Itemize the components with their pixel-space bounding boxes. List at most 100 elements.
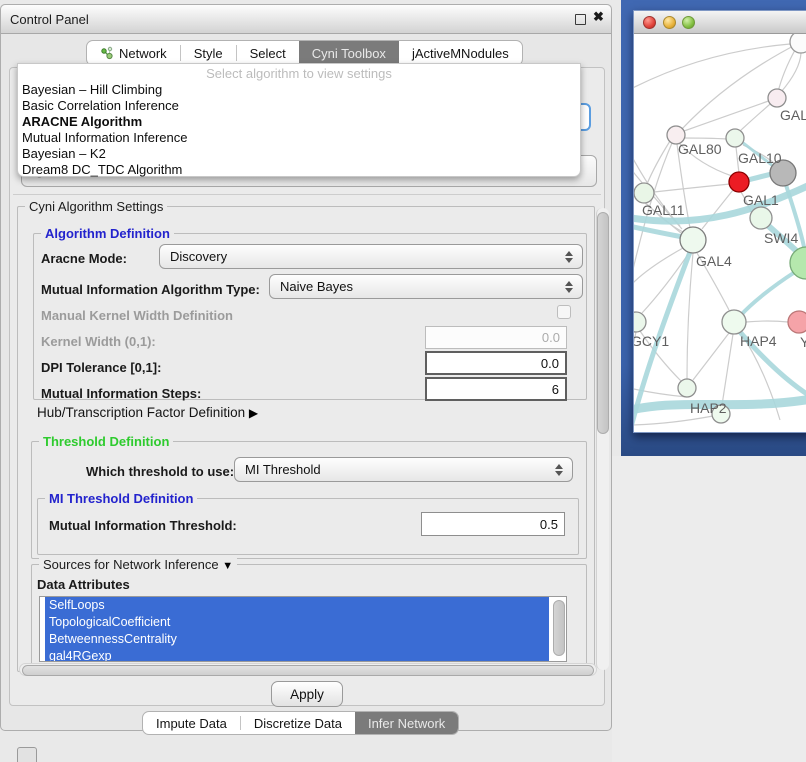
network-node[interactable] [678,379,696,397]
node-label: HAP2 [690,400,727,416]
network-edge-highlighted[interactable] [741,272,795,315]
settings-vscrollbar-thumb[interactable] [597,212,609,434]
network-edge[interactable] [634,416,713,425]
network-window[interactable]: GALGAL80GAL10GAL1GAL11SWI4GAL4GCY1HAP4YH… [633,10,806,433]
dropdown-item[interactable]: Mutual Information Inference [22,130,578,146]
network-node[interactable] [768,89,786,107]
network-edge[interactable] [642,253,689,313]
tab-impute-data[interactable]: Impute Data [143,712,240,734]
attribute-item[interactable]: TopologicalCoefficient [45,614,549,631]
control-panel-window: Control Panel ✖ Network Style Select Cyn… [0,4,612,731]
table-panel: Table Panel ⚙ ✓✓ shared... name A YDL19.… [612,456,806,762]
dropdown-item[interactable]: ARACNE Algorithm [22,114,578,130]
network-canvas[interactable]: GALGAL80GAL10GAL1GAL11SWI4GAL4GCY1HAP4YH… [634,34,806,432]
network-edge[interactable] [702,190,733,229]
network-node[interactable] [790,34,806,53]
which-threshold-label: Which threshold to use: [86,464,234,479]
data-attributes-list[interactable]: SelfLoopsTopologicalCoefficientBetweenne… [39,596,567,662]
cyni-settings-title: Cyni Algorithm Settings [25,199,167,214]
hub-definition-toggle[interactable]: Hub/Transcription Factor Definition ▶ [37,405,258,420]
node-label: GAL11 [642,202,685,218]
node-label: GAL4 [696,253,732,269]
network-edge-highlighted[interactable] [748,174,772,180]
algorithm-dropdown: Select algorithm to view settings Bayesi… [17,63,581,177]
settings-hscrollbar-track[interactable] [19,663,597,676]
mi-steps-field[interactable]: 6 [425,377,567,401]
control-panel-title: Control Panel [10,12,89,27]
network-edge[interactable] [687,253,693,379]
network-node[interactable] [680,227,706,253]
algorithm-dropdown-list: Bayesian – Hill ClimbingBasic Correlatio… [22,82,578,178]
network-node[interactable] [788,311,806,333]
threshold-definition-title: Threshold Definition [39,434,173,449]
collapsed-arrow-icon: ▶ [249,406,258,420]
attribute-item[interactable]: SelfLoops [45,597,549,614]
dropdown-item[interactable]: Bayesian – Hill Climbing [22,82,578,98]
network-window-titlebar[interactable] [634,11,806,34]
mit-field[interactable]: 0.5 [421,512,565,536]
network-node[interactable] [726,129,744,147]
mit-label: Mutual Information Threshold: [49,518,237,533]
tab-discretize-data[interactable]: Discretize Data [241,712,355,734]
network-node[interactable] [729,172,749,192]
kernel-width-field[interactable]: 0.0 [425,326,567,349]
network-edge[interactable] [683,138,727,139]
attribute-item[interactable]: BetweennessCentrality [45,631,549,648]
tab-network[interactable]: Network [87,41,180,65]
dpi-tolerance-field[interactable]: 0.0 [425,351,567,375]
node-label: GAL10 [738,150,782,166]
network-edge[interactable] [693,333,729,380]
aracne-mode-select[interactable]: Discovery [159,244,583,269]
close-icon[interactable]: ✖ [593,9,604,25]
tab-select[interactable]: Select [237,41,299,65]
network-edge[interactable] [634,44,790,92]
kernel-width-label: Kernel Width (0,1): [41,334,156,349]
network-edge[interactable] [746,321,788,322]
mi-type-label: Mutual Information Algorithm Type: [41,282,260,297]
network-tab-icon [100,46,114,60]
network-node[interactable] [634,183,654,203]
network-edge[interactable] [654,184,730,192]
apply-button[interactable]: Apply [271,681,343,707]
manual-kernel-label: Manual Kernel Width Definition [41,308,233,323]
mi-steps-label: Mutual Information Steps: [41,386,201,401]
network-node[interactable] [722,310,746,334]
close-traffic-light[interactable] [643,16,656,29]
node-label: GCY1 [634,333,669,349]
dropdown-item[interactable]: Bayesian – K2 [22,146,578,162]
tab-infer-network[interactable]: Infer Network [355,712,458,734]
stepper-icon [555,464,563,476]
attribute-item[interactable]: gal4RGexp [45,648,549,662]
network-node[interactable] [634,312,646,332]
settings-hscrollbar-thumb[interactable] [22,665,594,676]
tab-cyni-toolbox[interactable]: Cyni Toolbox [299,41,399,65]
control-panel-titlebar: Control Panel ✖ [1,5,611,34]
mi-type-select[interactable]: Naive Bayes [269,274,583,299]
network-edge[interactable] [684,98,777,131]
sources-title[interactable]: Sources for Network Inference ▼ [39,557,237,572]
float-panel-icon[interactable] [17,747,37,762]
attributes-scrollbar-thumb[interactable] [553,600,565,656]
network-desktop: GALGAL80GAL10GAL1GAL11SWI4GAL4GCY1HAP4YH… [621,0,806,456]
algorithm-definition-title: Algorithm Definition [41,226,174,241]
dropdown-hint: Select algorithm to view settings [18,66,580,81]
node-label: GAL [780,107,806,123]
dropdown-item[interactable]: Dream8 DC_TDC Algorithm [22,162,578,178]
tab-jactivemnodules[interactable]: jActiveMNodules [399,41,522,65]
which-threshold-select[interactable]: MI Threshold [234,457,573,482]
minimize-traffic-light[interactable] [663,16,676,29]
network-edge[interactable] [722,334,733,405]
network-graph: GALGAL80GAL10GAL1GAL11SWI4GAL4GCY1HAP4YH… [634,34,806,432]
float-window-icon[interactable] [575,14,586,25]
manual-kernel-checkbox[interactable] [557,305,571,319]
dropdown-item[interactable]: Basic Correlation Inference [22,98,578,114]
network-node[interactable] [750,207,772,229]
dpi-tolerance-label: DPI Tolerance [0,1]: [41,360,161,375]
zoom-traffic-light[interactable] [682,16,695,29]
stepper-icon [565,251,573,263]
groupbox-border-fragment [13,194,601,195]
screen: Control Panel ✖ Network Style Select Cyn… [0,0,806,762]
node-label: GAL80 [678,141,722,157]
tab-style[interactable]: Style [181,41,236,65]
tab-network-label: Network [119,46,167,61]
